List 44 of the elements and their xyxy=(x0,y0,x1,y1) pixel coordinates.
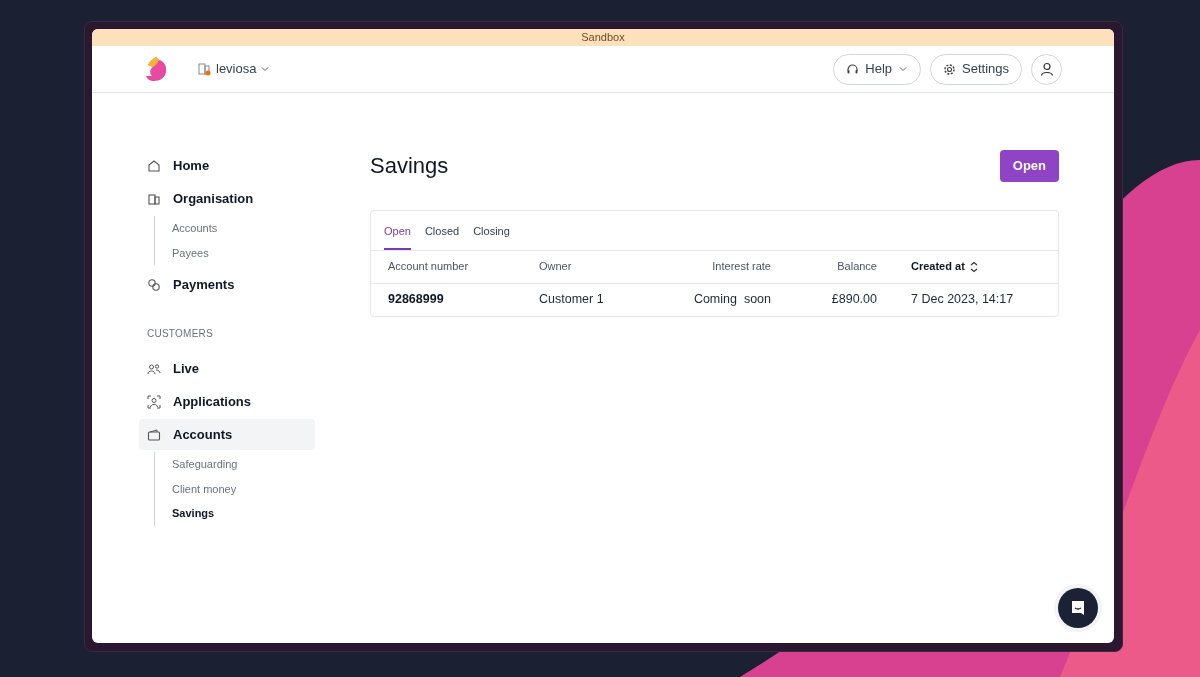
sidebar-item[interactable]: Home xyxy=(139,150,315,181)
sidebar-subitem[interactable]: Safeguarding xyxy=(172,452,315,477)
sidebar-subitem[interactable]: Savings xyxy=(172,501,315,526)
table-cell-text: 7 Dec 2023, 14:17 xyxy=(911,291,1014,309)
chevron-down-icon xyxy=(898,64,908,74)
sidebar-item[interactable]: Live xyxy=(139,353,315,384)
open-account-button[interactable]: Open xyxy=(999,149,1059,182)
table-cell-text: £890.00 xyxy=(831,291,877,309)
sidebar-item[interactable]: Organisation xyxy=(139,183,315,214)
page-title: Savings xyxy=(370,152,449,180)
wallet-icon xyxy=(147,427,161,442)
table-cell-text: 92868999 xyxy=(388,291,444,309)
headset-icon xyxy=(846,62,860,76)
tab[interactable]: Closed xyxy=(424,219,460,250)
building-icon xyxy=(147,191,161,206)
sidebar-subitem[interactable]: Client money xyxy=(172,476,315,501)
workspace-dropdown[interactable]: leviosa xyxy=(198,59,271,79)
column-header: Interest rate xyxy=(712,259,771,275)
chat-bubble-icon xyxy=(1069,599,1087,617)
sandbox-banner: Sandbox xyxy=(92,29,1114,46)
coins-icon xyxy=(147,277,161,292)
sidebar-subitem[interactable]: Accounts xyxy=(172,216,315,241)
sort-icon[interactable] xyxy=(968,260,979,273)
chat-button[interactable] xyxy=(1058,588,1098,628)
column-header[interactable]: Created at xyxy=(911,258,965,275)
table-cell-text: Coming soon xyxy=(693,291,771,309)
sidebar-item[interactable]: Applications xyxy=(139,386,315,417)
column-header: Balance xyxy=(837,259,877,275)
tab[interactable]: Closing xyxy=(473,219,510,250)
column-header: Owner xyxy=(539,259,572,275)
person-scan-icon xyxy=(147,394,161,409)
settings-icon xyxy=(943,62,956,76)
building-status-icon xyxy=(198,62,212,76)
column-header: Account number xyxy=(388,259,469,275)
house-icon xyxy=(147,158,161,173)
section-heading: CUSTOMERS xyxy=(146,327,214,341)
sidebar-item[interactable]: Payments xyxy=(139,269,315,300)
sidebar-item[interactable]: Accounts xyxy=(139,419,315,450)
people-icon xyxy=(147,361,161,376)
tab[interactable]: Open xyxy=(384,219,411,250)
sidebar-subitem[interactable]: Payees xyxy=(172,240,315,265)
chevron-down-icon xyxy=(260,64,271,74)
table-cell-text: Customer 1 xyxy=(539,291,604,309)
user-icon xyxy=(1039,62,1054,76)
